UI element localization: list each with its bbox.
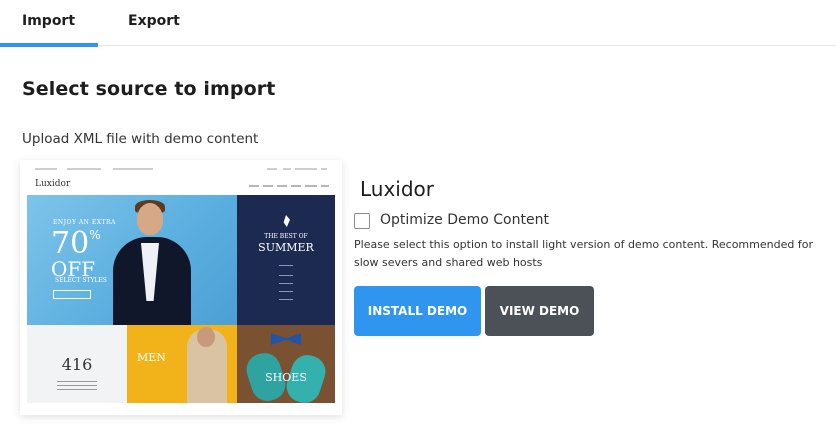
preview-men-panel: MEN <box>127 325 237 403</box>
active-tab-indicator <box>0 43 98 47</box>
hero-line2: SELECT STYLES <box>55 277 107 284</box>
summer-line2: SUMMER <box>258 241 314 254</box>
demo-title: Luxidor <box>360 177 435 201</box>
tab-import-label: Import <box>22 13 76 29</box>
preview-logo: Luxidor <box>35 179 71 189</box>
men-head <box>197 327 215 347</box>
preview-summer-panel: THE BEST OF SUMMER <box>237 195 335 325</box>
summer-line1: THE BEST OF <box>264 233 308 240</box>
bowtie-icon <box>271 333 301 345</box>
hero-shop-button <box>53 290 91 299</box>
preview-promo-panel: 416 <box>27 325 127 403</box>
tab-bar: Import Export <box>0 0 836 47</box>
demo-screenshot: Luxidor ENJOY AN EXTRA 70% OFF SELECT ST… <box>27 165 335 403</box>
install-demo-button[interactable]: INSTALL DEMO <box>354 286 481 336</box>
tab-export-label: Export <box>128 13 180 29</box>
page-title: Select source to import <box>22 78 276 100</box>
tab-import[interactable]: Import <box>0 0 98 47</box>
summer-logo-icon <box>283 215 290 227</box>
view-demo-button[interactable]: VIEW DEMO <box>485 286 594 336</box>
upload-description: Upload XML file with demo content <box>22 131 259 147</box>
preview-hero-banner: ENJOY AN EXTRA 70% OFF SELECT STYLES <box>27 195 237 325</box>
hero-percent: 70% <box>51 226 101 261</box>
preview-shoes-panel: SHOES <box>237 325 335 403</box>
men-label: MEN <box>137 351 166 364</box>
shoes-label: SHOES <box>265 371 307 384</box>
hero-line1: ENJOY AN EXTRA <box>53 219 116 226</box>
preview-navbar: Luxidor <box>27 175 335 195</box>
tab-export[interactable]: Export <box>98 0 198 46</box>
optimize-checkbox[interactable] <box>354 213 370 229</box>
preview-topbar <box>27 165 335 173</box>
promo-number: 416 <box>61 355 93 374</box>
optimize-label[interactable]: Optimize Demo Content <box>380 212 549 228</box>
demo-preview-image[interactable]: Luxidor ENJOY AN EXTRA 70% OFF SELECT ST… <box>20 160 342 415</box>
optimize-help-text: Please select this option to install lig… <box>354 238 813 269</box>
model-head <box>137 203 163 235</box>
